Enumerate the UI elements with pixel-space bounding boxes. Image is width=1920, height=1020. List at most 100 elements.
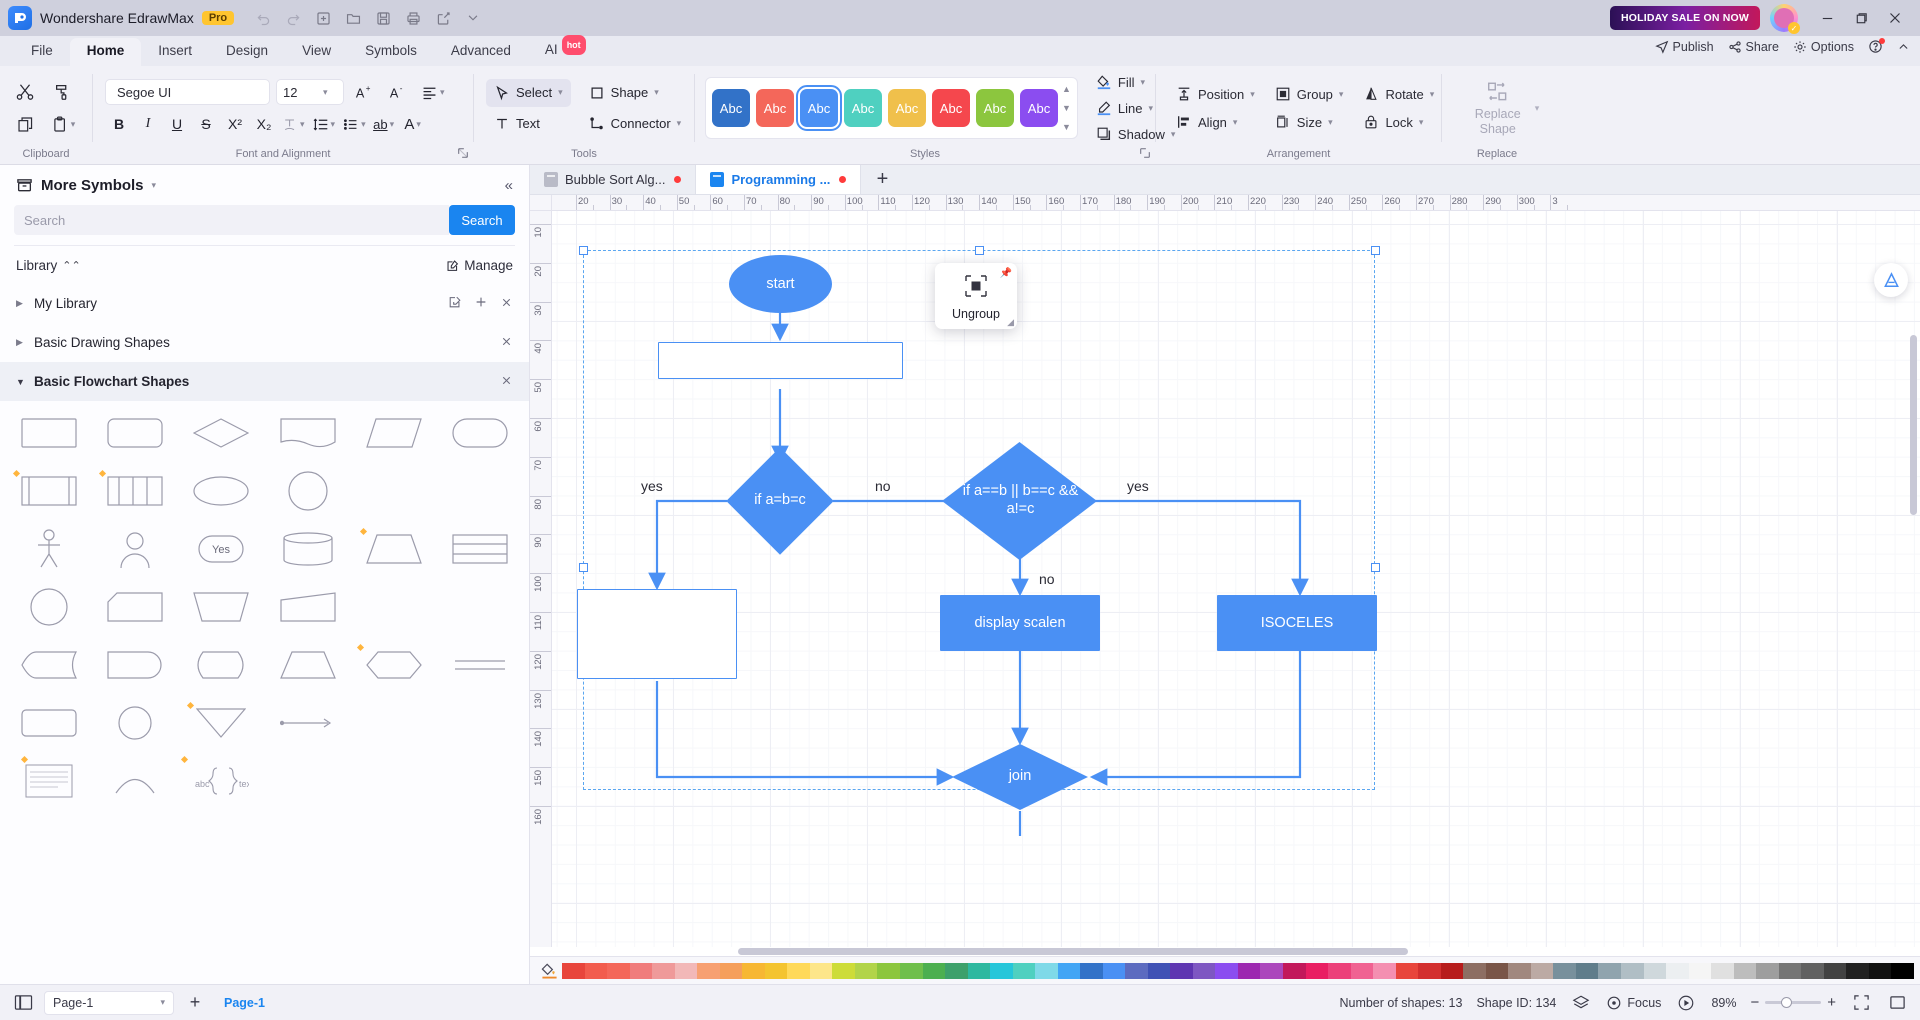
import-library-icon[interactable] <box>448 295 462 312</box>
horizontal-ruler[interactable]: 20 30 40 50 60 70 80 90 100 110 120 130 140 150 160 170… <box>552 195 1920 211</box>
palette-swatch[interactable] <box>584 962 608 979</box>
palette-swatch[interactable] <box>1733 962 1757 979</box>
flow-node-start[interactable]: start <box>729 255 832 313</box>
line-spacing-icon[interactable]: ▾ <box>309 110 339 138</box>
resize-handle-icon[interactable]: ◢ <box>1007 317 1014 328</box>
shape-oval[interactable] <box>180 469 262 513</box>
shape-merge[interactable] <box>180 701 262 745</box>
palette-swatch[interactable] <box>1395 962 1419 979</box>
palette-swatch[interactable] <box>652 962 675 979</box>
styles-dialog-launcher-icon[interactable] <box>1139 147 1151 162</box>
shape-person-user[interactable] <box>94 527 176 571</box>
palette-swatch[interactable] <box>877 962 900 979</box>
palette-swatch[interactable] <box>1170 962 1193 979</box>
chevron-down-icon[interactable] <box>458 5 488 31</box>
library-category-my-library[interactable]: ▶ My Library <box>0 284 529 323</box>
close-library-icon[interactable] <box>500 335 513 351</box>
palette-swatch[interactable] <box>742 962 765 979</box>
layers-icon[interactable] <box>1570 992 1592 1014</box>
zoom-out-button[interactable]: − <box>1750 994 1759 1011</box>
shape-arc[interactable] <box>94 759 176 803</box>
presentation-icon[interactable] <box>1675 992 1697 1014</box>
palette-swatch[interactable] <box>922 962 946 979</box>
palette-swatch[interactable] <box>1328 962 1351 979</box>
paragraph-alignment-icon[interactable]: ▾ <box>418 78 448 106</box>
flow-node-join[interactable]: join <box>952 744 1088 810</box>
cut-icon[interactable] <box>8 77 42 107</box>
canvas-vertical-scrollbar[interactable] <box>1909 217 1918 941</box>
shape-preparation[interactable] <box>353 643 435 687</box>
palette-swatch[interactable] <box>1192 962 1216 979</box>
paste-icon[interactable]: ▾ <box>46 109 80 139</box>
text-tool-button[interactable]: Text <box>486 110 571 138</box>
palette-icon[interactable] <box>536 962 562 979</box>
text-effect-icon[interactable]: ▾ <box>279 110 308 138</box>
library-collapse-icon[interactable]: ⌃⌃ <box>62 259 80 272</box>
close-library-icon[interactable] <box>500 296 513 312</box>
palette-swatch[interactable] <box>990 962 1013 979</box>
bold-button[interactable]: B <box>105 110 133 138</box>
palette-swatch[interactable] <box>1553 962 1576 979</box>
shape-parallel-mode[interactable] <box>439 527 521 571</box>
fullscreen-icon[interactable] <box>1886 992 1908 1014</box>
menu-tab-design[interactable]: Design <box>209 38 285 66</box>
palette-swatch[interactable] <box>1260 962 1283 979</box>
style-swatch-4[interactable]: Abc <box>888 89 926 127</box>
pin-icon[interactable]: 📌 <box>1000 268 1012 279</box>
shape-tool-button[interactable]: Shape ▾ <box>581 79 690 107</box>
italic-button[interactable]: I <box>134 110 162 138</box>
publish-button[interactable]: Publish <box>1654 40 1714 54</box>
highlight-color-icon[interactable]: ab ▾ <box>370 110 398 138</box>
chevron-right-icon[interactable]: ▶ <box>16 337 26 348</box>
palette-swatch[interactable] <box>832 962 855 979</box>
palette-swatch[interactable] <box>1711 962 1734 979</box>
shape-rounded-rect[interactable] <box>8 701 90 745</box>
palette-swatch[interactable] <box>1350 962 1374 979</box>
style-swatch-5[interactable]: Abc <box>932 89 970 127</box>
palette-swatch[interactable] <box>1643 962 1667 979</box>
shape-separator-lines[interactable] <box>439 643 521 687</box>
search-input-wrapper[interactable] <box>14 205 449 235</box>
style-swatch-0[interactable]: Abc <box>712 89 750 127</box>
font-family-input[interactable] <box>117 84 293 100</box>
ai-assistant-button[interactable] <box>1874 263 1908 297</box>
palette-swatch[interactable] <box>1102 962 1126 979</box>
menu-tab-insert[interactable]: Insert <box>141 38 209 66</box>
palette-swatch[interactable] <box>854 962 878 979</box>
font-size-caret-icon[interactable]: ▾ <box>323 87 328 98</box>
shape-stored-data[interactable] <box>8 643 90 687</box>
add-document-tab-button[interactable]: + <box>861 165 903 194</box>
new-file-icon[interactable] <box>308 5 338 31</box>
selection-handle-mr[interactable] <box>1371 563 1380 572</box>
canvas-viewport[interactable]: start if a=b=c if a==b || b==c && a!=c d… <box>552 211 1920 947</box>
superscript-button[interactable]: X² <box>221 110 249 138</box>
select-tool-button[interactable]: Select ▾ <box>486 78 571 107</box>
chevron-down-icon[interactable]: ▾ <box>160 997 165 1008</box>
palette-swatch[interactable] <box>1575 962 1599 979</box>
vertical-ruler[interactable]: 10 20 30 40 50 60 70 80 90 100 110 120 130 140 150 160 <box>530 211 552 947</box>
style-swatch-1[interactable]: Abc <box>756 89 794 127</box>
flow-node-equilateral[interactable] <box>577 589 737 679</box>
undo-icon[interactable] <box>248 5 278 31</box>
flow-node-input[interactable] <box>658 342 903 379</box>
style-swatch-3[interactable]: Abc <box>844 89 882 127</box>
close-library-icon[interactable] <box>500 374 513 390</box>
palette-swatch[interactable] <box>809 962 833 979</box>
share-button[interactable]: Share <box>1728 40 1779 54</box>
scrollbar-thumb[interactable] <box>1910 335 1917 515</box>
replace-shape-button[interactable]: Replace Shape <box>1455 80 1541 137</box>
minimize-icon[interactable] <box>1810 3 1844 33</box>
palette-swatch[interactable] <box>1891 962 1914 979</box>
palette-swatch[interactable] <box>1823 962 1847 979</box>
help-icon[interactable] <box>1868 38 1885 54</box>
underline-button[interactable]: U <box>163 110 191 138</box>
chevron-right-icon[interactable]: ▶ <box>16 298 26 309</box>
manage-button[interactable]: Manage <box>446 258 513 273</box>
align-button[interactable]: Align ▾ <box>1168 109 1263 135</box>
avatar[interactable]: ✓ <box>1770 4 1800 34</box>
shape-trapezoid[interactable] <box>353 527 435 571</box>
shape-database[interactable] <box>266 527 348 571</box>
palette-swatch[interactable] <box>1778 962 1802 979</box>
palette-swatch[interactable] <box>1035 962 1058 979</box>
menu-tab-ai[interactable]: AI hot <box>528 35 603 66</box>
